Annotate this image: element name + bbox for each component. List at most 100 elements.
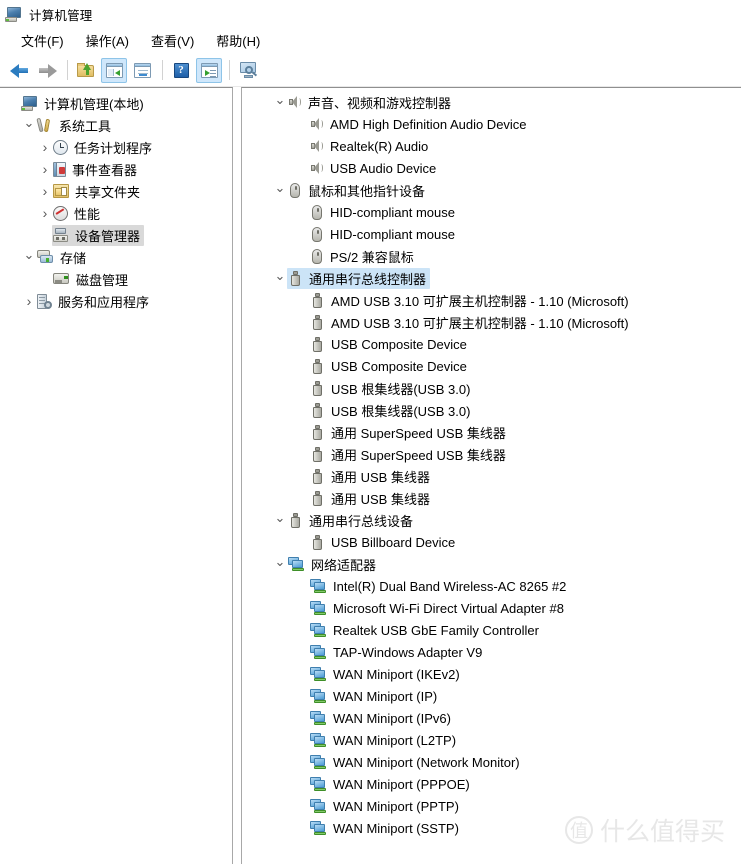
scan-hardware-changes-button[interactable]	[235, 58, 261, 83]
services-icon	[37, 293, 52, 309]
device-item[interactable]: Intel(R) Dual Band Wireless-AC 8265 #2	[242, 575, 741, 597]
tree-item-device-manager[interactable]: 设备管理器	[0, 224, 232, 246]
chevron-placeholder	[295, 138, 309, 154]
chevron-placeholder	[295, 490, 309, 506]
device-item[interactable]: WAN Miniport (L2TP)	[242, 729, 741, 751]
device-item[interactable]: USB Composite Device	[242, 355, 741, 377]
menu-action[interactable]: 操作(A)	[75, 28, 140, 54]
device-category-mice-and-other-pointing-devices[interactable]: 鼠标和其他指针设备	[242, 179, 741, 201]
device-item[interactable]: 通用 SuperSpeed USB 集线器	[242, 421, 741, 443]
device-category-network-adapters[interactable]: 网络适配器	[242, 553, 741, 575]
row-content: 通用 USB 集线器	[309, 466, 434, 487]
row-content: USB 根集线器(USB 3.0)	[309, 400, 474, 421]
device-item[interactable]: WAN Miniport (Network Monitor)	[242, 751, 741, 773]
row-label: USB Composite Device	[331, 358, 467, 374]
device-item[interactable]: AMD High Definition Audio Device	[242, 113, 741, 135]
chevron-down-icon[interactable]	[273, 556, 287, 572]
row-label: USB 根集线器(USB 3.0)	[331, 403, 471, 419]
row-label: 事件查看器	[72, 162, 138, 178]
device-category-universal-serial-bus-devices[interactable]: 通用串行总线设备	[242, 509, 741, 531]
row-label: WAN Miniport (PPTP)	[333, 798, 459, 814]
chevron-down-icon[interactable]	[273, 270, 287, 286]
forward-arrow-icon	[38, 63, 57, 78]
row-content: Intel(R) Dual Band Wireless-AC 8265 #2	[309, 578, 570, 595]
row-label: 通用 USB 集线器	[331, 491, 430, 507]
tree-item-computer-management-local[interactable]: 计算机管理(本地)	[0, 92, 232, 114]
properties-button[interactable]	[129, 58, 155, 83]
forward-button[interactable]	[34, 58, 60, 83]
device-category-universal-serial-bus-controllers[interactable]: 通用串行总线控制器	[242, 267, 741, 289]
tree-item-storage[interactable]: 存储	[0, 246, 232, 268]
show-hide-console-tree-button[interactable]	[101, 57, 127, 83]
tree-item-task-scheduler[interactable]: 任务计划程序	[0, 136, 232, 158]
row-content: HID-compliant mouse	[309, 226, 459, 243]
tree-item-services-and-applications[interactable]: 服务和应用程序	[0, 290, 232, 312]
tree-item-performance[interactable]: 性能	[0, 202, 232, 224]
monitor-search-icon	[239, 62, 258, 78]
device-item[interactable]: 通用 USB 集线器	[242, 487, 741, 509]
tree-item-disk-management[interactable]: 磁盘管理	[0, 268, 232, 290]
device-item[interactable]: 通用 SuperSpeed USB 集线器	[242, 443, 741, 465]
device-item[interactable]: AMD USB 3.10 可扩展主机控制器 - 1.10 (Microsoft)	[242, 289, 741, 311]
row-content: USB Composite Device	[309, 358, 471, 375]
device-item[interactable]: HID-compliant mouse	[242, 223, 741, 245]
show-hide-action-pane-button[interactable]	[196, 57, 222, 83]
back-button[interactable]	[6, 58, 32, 83]
chevron-right-icon[interactable]	[22, 293, 36, 309]
chevron-placeholder	[295, 468, 309, 484]
device-item[interactable]: TAP-Windows Adapter V9	[242, 641, 741, 663]
device-item[interactable]: HID-compliant mouse	[242, 201, 741, 223]
device-item[interactable]: WAN Miniport (IP)	[242, 685, 741, 707]
chevron-placeholder	[295, 644, 309, 660]
toolbar-separator	[67, 60, 68, 80]
network-adapter-icon	[310, 821, 327, 835]
device-item[interactable]: Realtek(R) Audio	[242, 135, 741, 157]
row-label: TAP-Windows Adapter V9	[333, 644, 483, 660]
clock-icon	[53, 139, 68, 155]
row-label: 鼠标和其他指针设备	[308, 183, 426, 199]
device-item[interactable]: PS/2 兼容鼠标	[242, 245, 741, 267]
menu-view[interactable]: 查看(V)	[140, 28, 205, 54]
device-item[interactable]: WAN Miniport (IPv6)	[242, 707, 741, 729]
device-category-sound-video-game-controllers[interactable]: 声音、视频和游戏控制器	[242, 91, 741, 113]
device-item[interactable]: WAN Miniport (PPPOE)	[242, 773, 741, 795]
chevron-right-icon[interactable]	[38, 139, 52, 155]
device-item[interactable]: Realtek USB GbE Family Controller	[242, 619, 741, 641]
device-item[interactable]: USB Billboard Device	[242, 531, 741, 553]
computer-icon	[5, 6, 22, 22]
pane-divider[interactable]	[233, 87, 241, 864]
chevron-right-icon[interactable]	[38, 183, 52, 199]
tree-item-shared-folders[interactable]: 共享文件夹	[0, 180, 232, 202]
device-item[interactable]: WAN Miniport (IKEv2)	[242, 663, 741, 685]
device-item[interactable]: USB 根集线器(USB 3.0)	[242, 399, 741, 421]
chevron-down-icon[interactable]	[22, 117, 36, 133]
chevron-down-icon[interactable]	[273, 182, 287, 198]
up-one-level-button[interactable]	[73, 58, 99, 83]
device-manager-pane[interactable]: 声音、视频和游戏控制器 AMD High Definition Audio Dev…	[241, 87, 741, 864]
device-item[interactable]: Microsoft Wi-Fi Direct Virtual Adapter #…	[242, 597, 741, 619]
row-content: 通用 SuperSpeed USB 集线器	[309, 444, 510, 465]
console-tree-pane[interactable]: 计算机管理(本地) 系统工具任务计划程序事件查看器共享文件夹性能设备管理器存储磁盘…	[0, 87, 233, 864]
chevron-down-icon[interactable]	[22, 249, 36, 265]
device-item[interactable]: AMD USB 3.10 可扩展主机控制器 - 1.10 (Microsoft)	[242, 311, 741, 333]
tree-item-event-viewer[interactable]: 事件查看器	[0, 158, 232, 180]
chevron-down-icon[interactable]	[273, 94, 287, 110]
device-item[interactable]: WAN Miniport (PPTP)	[242, 795, 741, 817]
chevron-right-icon[interactable]	[38, 161, 52, 177]
help-button[interactable]: ?	[168, 58, 194, 83]
device-item[interactable]: USB Audio Device	[242, 157, 741, 179]
menu-help[interactable]: 帮助(H)	[205, 28, 271, 54]
row-content: WAN Miniport (IPv6)	[309, 710, 455, 727]
tree-item-system-tools[interactable]: 系统工具	[0, 114, 232, 136]
chevron-placeholder	[38, 271, 52, 287]
device-item[interactable]: USB 根集线器(USB 3.0)	[242, 377, 741, 399]
device-item[interactable]: 通用 USB 集线器	[242, 465, 741, 487]
chevron-right-icon[interactable]	[38, 205, 52, 221]
chevron-placeholder	[295, 710, 309, 726]
device-item[interactable]: USB Composite Device	[242, 333, 741, 355]
device-item[interactable]: WAN Miniport (SSTP)	[242, 817, 741, 839]
chevron-down-icon[interactable]	[273, 512, 287, 528]
menu-file[interactable]: 文件(F)	[10, 28, 75, 54]
row-label: 存储	[60, 250, 87, 266]
chevron-placeholder	[295, 292, 309, 308]
